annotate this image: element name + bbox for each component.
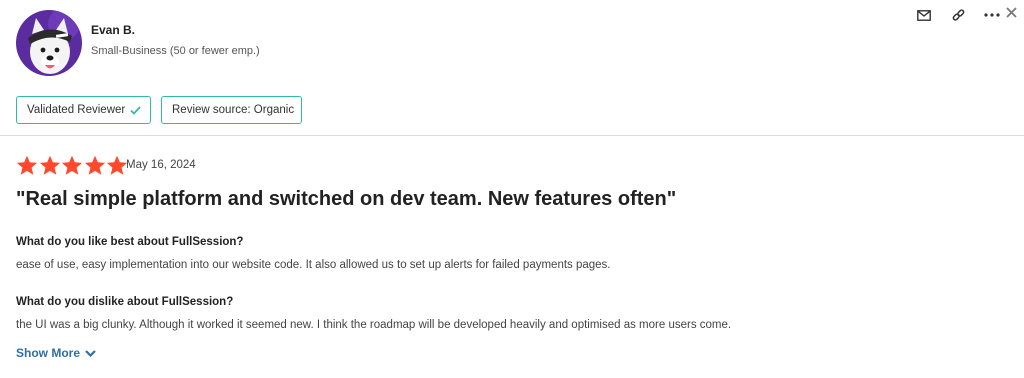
show-more-label: Show More <box>16 346 81 360</box>
validated-reviewer-badge: Validated Reviewer <box>16 96 151 124</box>
star-icon <box>16 155 38 175</box>
question-like-best: What do you like best about FullSession? <box>16 236 244 248</box>
reviewer-name: Evan B. <box>91 23 136 37</box>
star-icon <box>84 155 105 175</box>
show-more-link[interactable]: Show More <box>16 346 96 360</box>
check-icon <box>130 105 141 115</box>
review-title: "Real simple platform and switched on de… <box>16 188 677 210</box>
reviewer-segment: Small-Business (50 or fewer emp.) <box>91 45 260 57</box>
star-icon <box>39 155 60 175</box>
star-icon <box>61 155 83 175</box>
dog-avatar-icon <box>16 10 82 76</box>
divider <box>0 135 1024 136</box>
link-icon[interactable] <box>948 6 968 24</box>
answer-dislike: the UI was a big clunky. Although it wor… <box>16 319 732 331</box>
star-rating <box>16 155 129 176</box>
validated-reviewer-label: Validated Reviewer <box>27 104 126 116</box>
chevron-down-icon <box>85 349 96 357</box>
mail-icon[interactable] <box>914 6 934 24</box>
close-icon[interactable] <box>1002 2 1020 22</box>
star-icon <box>106 155 128 175</box>
answer-like-best: ease of use, easy implementation into ou… <box>16 259 611 271</box>
avatar <box>16 10 82 76</box>
review-date: May 16, 2024 <box>126 159 196 171</box>
review-actions <box>914 6 1002 24</box>
question-dislike: What do you dislike about FullSession? <box>16 296 234 308</box>
more-icon[interactable] <box>982 6 1002 24</box>
review-source-badge: Review source: Organic <box>161 96 302 124</box>
review-source-label: Review source: Organic <box>172 104 295 116</box>
